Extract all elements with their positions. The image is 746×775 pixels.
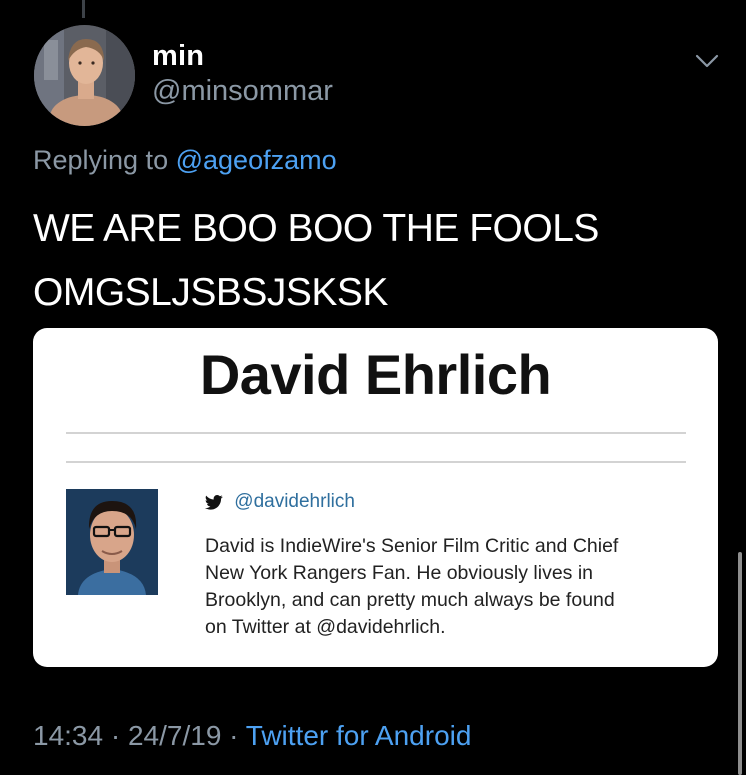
tweet-media-image[interactable]: David Ehrlich @davidehrlich David is Ind… [33,328,718,667]
replying-prefix: Replying to [33,145,169,175]
author-display-name[interactable]: min [152,40,204,73]
card-divider [66,461,686,463]
card-twitter-link: @davidehrlich [204,491,355,513]
card-title: David Ehrlich [199,343,552,406]
tweet-text: WE ARE BOO BOO THE FOOLS OMGSLJSBSJSKSK [33,197,713,325]
reply-mention-link[interactable]: @ageofzamo [176,145,337,175]
replying-to-line: Replying to @ageofzamo [33,145,337,176]
card-twitter-handle: @davidehrlich [234,491,355,512]
card-bio-line: David is IndieWire's Senior Film Critic … [205,535,619,557]
tweet-source-link[interactable]: Twitter for Android [246,720,472,751]
tweet-date: 24/7/19 [127,720,222,751]
card-bio: David is IndieWire's Senior Film Critic … [205,533,705,641]
scrollbar[interactable] [738,552,742,775]
thread-connector-line [82,0,85,18]
avatar-image [34,25,135,126]
card-divider [66,432,686,434]
card-bio-line: Brooklyn, and can pretty much always be … [205,589,615,611]
chevron-down-icon[interactable] [692,50,722,72]
twitter-bird-icon [204,495,223,510]
meta-separator: · [229,720,239,751]
author-photo-image [66,489,158,595]
author-photo [66,489,158,595]
card-bio-line: on Twitter at @davidehrlich. [205,616,446,638]
card-bio-line: New York Rangers Fan. He obviously lives… [205,562,594,584]
tweet-text-line: OMGSLJSBSJSKSK [33,271,388,314]
tweet-meta: 14:34 · 24/7/19 · Twitter for Android [33,720,471,752]
meta-separator: · [110,720,121,751]
author-handle[interactable]: @minsommar [152,75,333,108]
tweet-text-line: WE ARE BOO BOO THE FOOLS [33,207,599,250]
tweet-time: 14:34 [33,720,104,751]
avatar[interactable] [34,25,135,126]
